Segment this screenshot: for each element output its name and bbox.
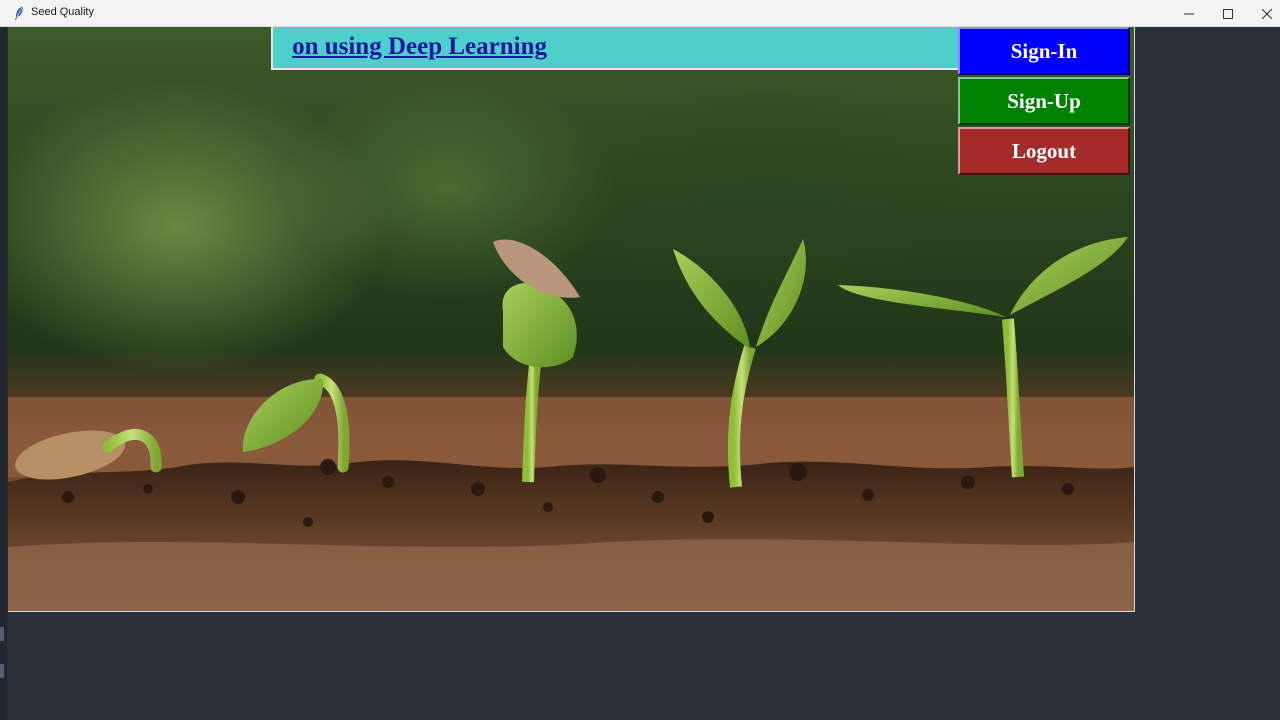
main-canvas: on using Deep Learning Sign-In Sign-Up L… [8, 27, 1135, 612]
maximize-icon [1222, 8, 1233, 19]
app-window: Seed Quality on using Deep Learning Sign… [0, 0, 1280, 720]
title-banner: on using Deep Learning [271, 27, 959, 70]
edge-marker [0, 664, 4, 678]
feather-icon [15, 5, 24, 20]
title-bar[interactable]: Seed Quality [0, 0, 1280, 27]
minimize-button[interactable] [1169, 0, 1208, 27]
left-window-edge [0, 27, 7, 720]
logout-button[interactable]: Logout [958, 127, 1130, 175]
edge-marker [0, 627, 4, 641]
window-title: Seed Quality [31, 6, 94, 18]
close-button[interactable] [1247, 0, 1280, 27]
banner-title-link[interactable]: on using Deep Learning [292, 33, 547, 61]
sign-up-button[interactable]: Sign-Up [958, 77, 1130, 125]
maximize-button[interactable] [1208, 0, 1247, 27]
sign-in-button[interactable]: Sign-In [958, 27, 1130, 75]
close-icon [1261, 8, 1272, 19]
minimize-icon [1183, 13, 1194, 14]
